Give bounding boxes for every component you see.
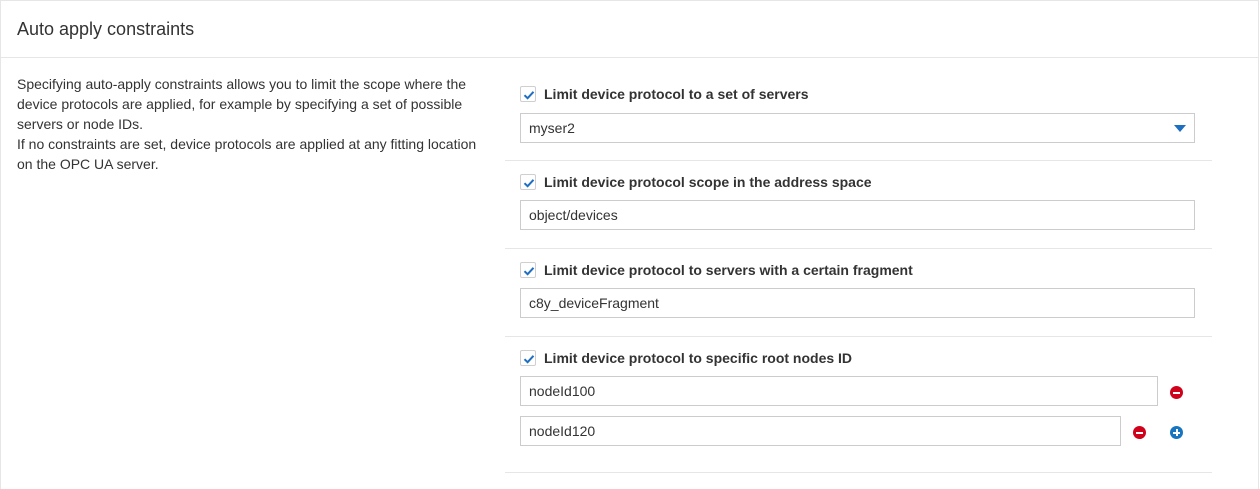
plus-circle-icon[interactable] (1170, 426, 1183, 439)
constraints-list: Limit device protocol to a set of server… (505, 72, 1212, 473)
address-space-constraint-group: Limit device protocol scope in the addre… (505, 161, 1212, 249)
description-paragraph-2: If no constraints are set, device protoc… (17, 136, 477, 172)
root-nodes-checkbox-label: Limit device protocol to specific root n… (544, 350, 853, 366)
address-space-checkbox-row[interactable]: Limit device protocol scope in the addre… (520, 174, 872, 190)
checkmark-icon (523, 91, 535, 100)
card-header: Auto apply constraints (1, 1, 1258, 58)
minus-circle-icon[interactable] (1133, 426, 1146, 439)
root-node-input-1-field[interactable] (529, 377, 1157, 405)
address-space-checkbox-label: Limit device protocol scope in the addre… (544, 174, 872, 190)
servers-checkbox[interactable] (520, 86, 536, 102)
servers-constraint-group: Limit device protocol to a set of server… (505, 72, 1212, 161)
servers-checkbox-label: Limit device protocol to a set of server… (544, 86, 809, 102)
address-space-input-field[interactable] (529, 201, 1194, 229)
servers-checkbox-row[interactable]: Limit device protocol to a set of server… (520, 86, 809, 102)
root-node-input-2[interactable] (520, 416, 1121, 446)
constraints-description: Specifying auto-apply constraints allows… (17, 74, 487, 174)
auto-apply-constraints-card: Auto apply constraints Specifying auto-a… (0, 0, 1259, 489)
root-node-input-1[interactable] (520, 376, 1158, 406)
servers-select-value: myser2 (529, 120, 575, 136)
card-title: Auto apply constraints (17, 19, 195, 39)
fragment-input-field[interactable] (529, 289, 1194, 317)
root-nodes-constraint-group: Limit device protocol to specific root n… (505, 337, 1212, 473)
address-space-input[interactable] (520, 200, 1195, 230)
caret-down-icon[interactable] (1174, 125, 1186, 132)
fragment-input[interactable] (520, 288, 1195, 318)
root-nodes-checkbox-row[interactable]: Limit device protocol to specific root n… (520, 350, 852, 366)
fragment-constraint-group: Limit device protocol to servers with a … (505, 249, 1212, 337)
checkmark-icon (523, 355, 535, 364)
root-nodes-checkbox[interactable] (520, 350, 536, 366)
fragment-checkbox-label: Limit device protocol to servers with a … (544, 262, 913, 278)
root-node-input-2-field[interactable] (529, 417, 1120, 445)
fragment-checkbox-row[interactable]: Limit device protocol to servers with a … (520, 262, 913, 278)
fragment-checkbox[interactable] (520, 262, 536, 278)
description-paragraph-1: Specifying auto-apply constraints allows… (17, 76, 467, 132)
address-space-checkbox[interactable] (520, 174, 536, 190)
minus-circle-icon[interactable] (1170, 386, 1183, 399)
checkmark-icon (523, 179, 535, 188)
checkmark-icon (523, 267, 535, 276)
servers-select[interactable]: myser2 (520, 113, 1195, 143)
